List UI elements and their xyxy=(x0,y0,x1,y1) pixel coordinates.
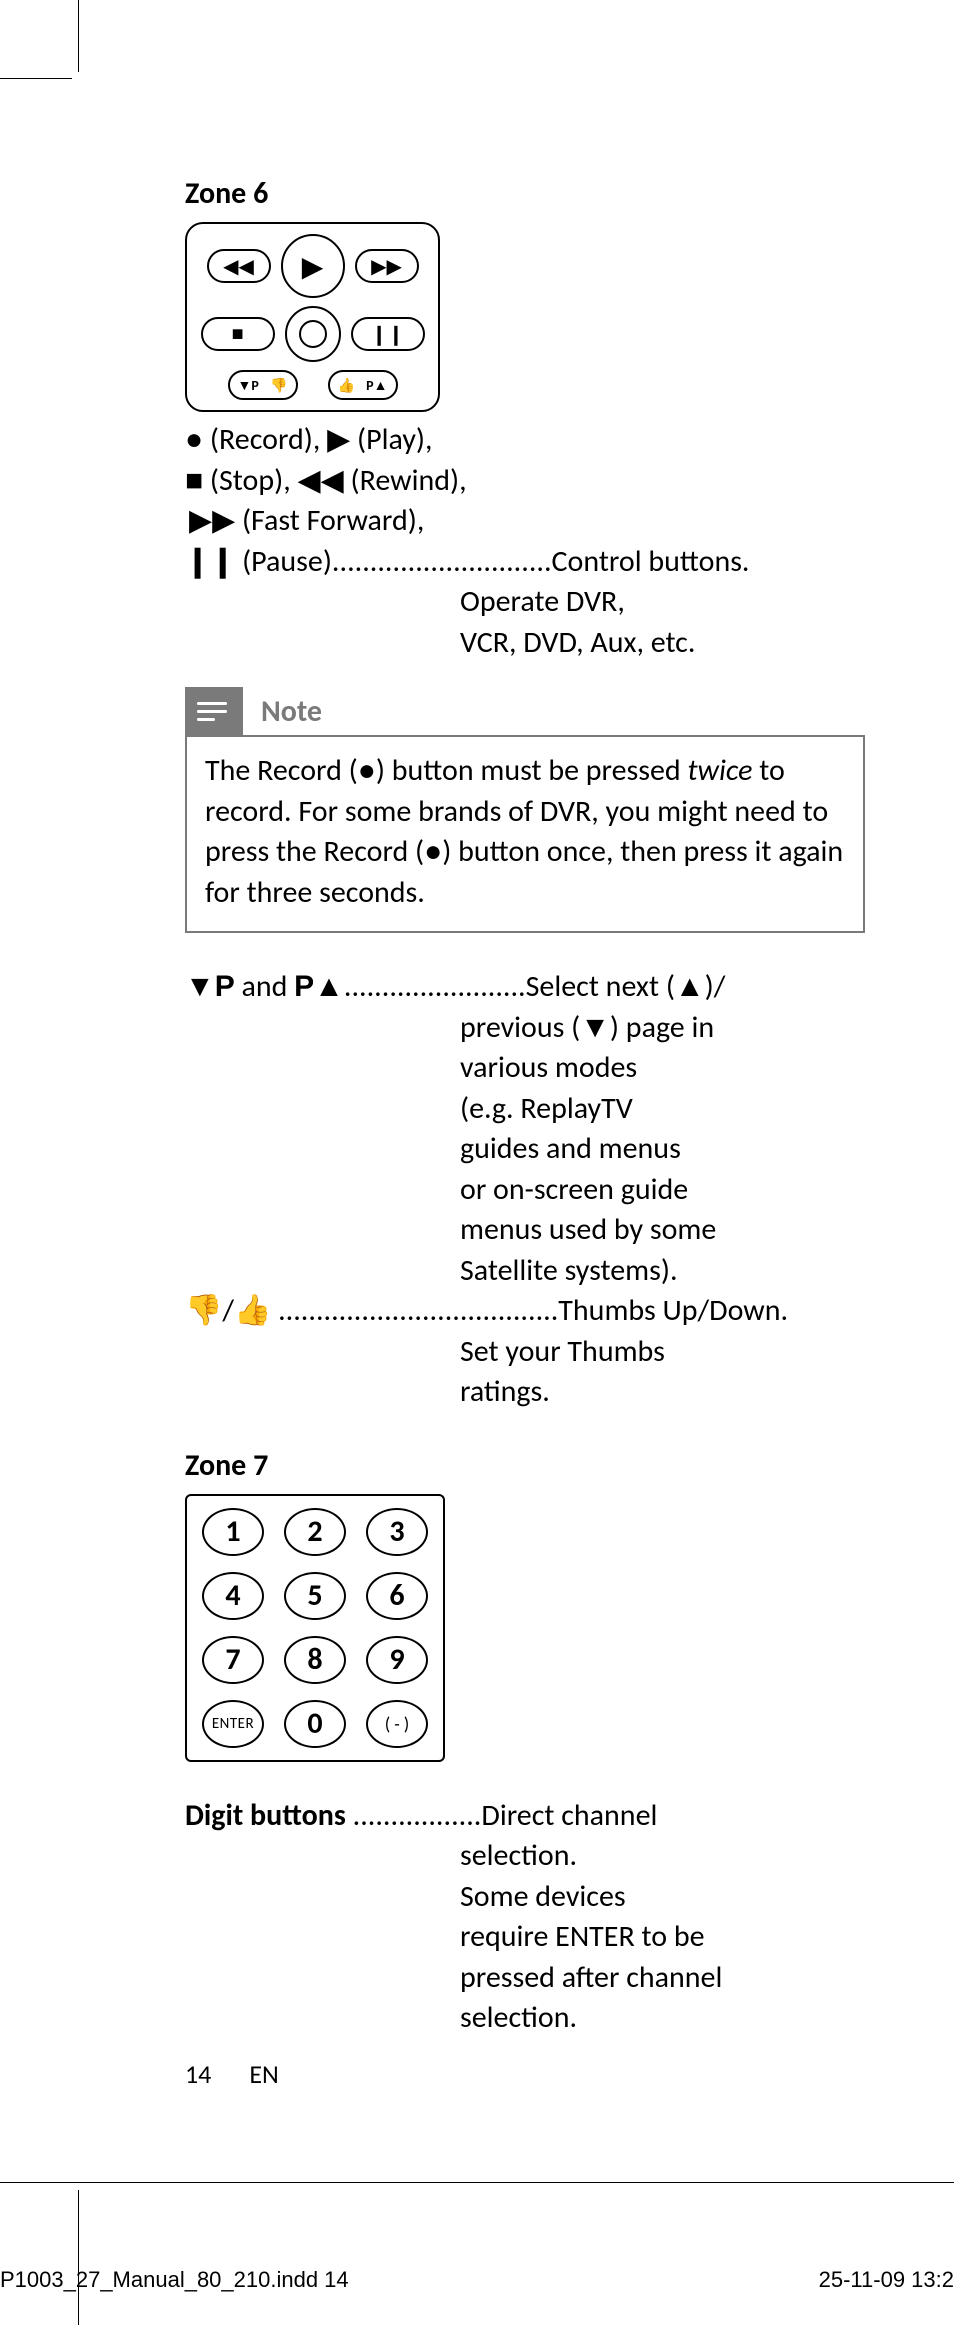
p-up-icon: P▲ xyxy=(294,970,344,1003)
stop-button-icon: ■ xyxy=(201,317,275,351)
text: Set your Thumbs xyxy=(460,1332,865,1373)
indesign-slug: P1003_27_Manual_80_210.indd 14 25-11-09 … xyxy=(0,2267,954,2293)
text: Some devices xyxy=(460,1877,865,1918)
text: Thumbs Up/Down. xyxy=(558,1292,788,1329)
page-footer: 14 EN xyxy=(185,2058,279,2090)
text: (Record), xyxy=(210,421,320,458)
key-0: 0 xyxy=(284,1700,346,1748)
text: menus used by some xyxy=(460,1210,865,1251)
key-8: 8 xyxy=(284,1636,346,1684)
indd-file: P1003_27_Manual_80_210.indd 14 xyxy=(0,2267,349,2293)
pause-button-icon: ❙❙ xyxy=(351,317,425,351)
dots: ............................. xyxy=(332,543,552,580)
zone6-remote-diagram: ◀◀ ▶ ▶▶ ■ ❙❙ ▼P 👎 👍 P▲ xyxy=(185,222,440,412)
note-icon xyxy=(185,687,243,735)
indd-date: 25-11-09 13:2 xyxy=(819,2267,954,2293)
page-nav-description: ▼P and P▲........................ Select… xyxy=(185,967,865,1413)
crop-mark xyxy=(0,78,72,79)
text: Direct channel xyxy=(481,1797,657,1834)
p-down-icon: ▼P xyxy=(185,970,235,1003)
key-5: 5 xyxy=(284,1572,346,1620)
record-button-icon xyxy=(285,306,341,362)
zone6-heading: Zone 6 xyxy=(185,175,865,212)
dots: ................. xyxy=(353,1797,482,1834)
text: Satellite systems). xyxy=(460,1251,865,1292)
zone7-keypad-diagram: 1 2 3 4 5 6 7 8 9 ENTER 0 ( - ) xyxy=(185,1494,445,1762)
dots: ..................................... xyxy=(271,1292,558,1329)
key-3: 3 xyxy=(366,1508,428,1556)
dots: ........................ xyxy=(344,968,526,1005)
text: (Fast Forward), xyxy=(242,502,424,539)
text: Operate DVR, xyxy=(460,582,865,623)
text: The Record ( xyxy=(205,752,358,789)
key-6: 6 xyxy=(366,1572,428,1620)
key-enter: ENTER xyxy=(202,1700,264,1748)
play-icon: ▶ xyxy=(327,423,350,456)
page-content: Zone 6 ◀◀ ▶ ▶▶ ■ ❙❙ ▼P 👎 👍 P▲ ● (Record)… xyxy=(185,175,865,2039)
text: and xyxy=(235,968,294,1005)
thumbs-page-up-icon: 👍 P▲ xyxy=(328,370,398,400)
zone7-heading: Zone 7 xyxy=(185,1447,865,1484)
text: various modes xyxy=(460,1048,865,1089)
text: Select next (▲)/ xyxy=(526,968,726,1005)
text: previous (▼) page in xyxy=(460,1008,865,1049)
note-header: Note xyxy=(185,687,865,735)
key-9: 9 xyxy=(366,1636,428,1684)
rewind-button-icon: ◀◀ xyxy=(207,249,271,283)
zone6-description: ● (Record), ▶ (Play), ■ (Stop), ◀◀ (Rewi… xyxy=(185,420,865,663)
text: pressed after channel xyxy=(460,1958,865,1999)
text: guides and menus xyxy=(460,1129,865,1170)
thumbs-icon: 👎/👍 xyxy=(185,1292,271,1329)
digit-buttons-label: Digit buttons xyxy=(185,1797,353,1834)
play-button-icon: ▶ xyxy=(281,234,345,298)
page-lang: EN xyxy=(249,2058,278,2090)
note-label: Note xyxy=(261,693,322,730)
text: selection. xyxy=(460,1836,865,1877)
stop-icon: ■ xyxy=(185,464,203,497)
crop-mark xyxy=(78,2190,79,2325)
note-box: The Record (●) button must be pressed tw… xyxy=(185,735,865,933)
key-2: 2 xyxy=(284,1508,346,1556)
text: Control buttons. xyxy=(552,542,750,583)
record-icon: ● xyxy=(185,423,203,456)
text: (e.g. ReplayTV xyxy=(460,1089,865,1130)
ff-button-icon: ▶▶ xyxy=(355,249,419,283)
text: (Rewind), xyxy=(350,462,466,499)
page-number: 14 xyxy=(185,2058,211,2090)
text: or on-screen guide xyxy=(460,1170,865,1211)
key-7: 7 xyxy=(202,1636,264,1684)
text: VCR, DVD, Aux, etc. xyxy=(460,623,865,664)
pause-icon: ❙❙ xyxy=(185,545,235,578)
text: (Play), xyxy=(357,421,432,458)
rewind-icon: ◀◀ xyxy=(298,464,344,497)
text: (Pause) xyxy=(242,543,332,580)
key-dash: ( - ) xyxy=(366,1700,428,1748)
crop-mark xyxy=(78,0,79,72)
text-italic: twice xyxy=(687,752,752,789)
record-icon: ● xyxy=(424,835,442,868)
text: ratings. xyxy=(460,1372,865,1413)
digit-buttons-description: Digit buttons ................. Direct c… xyxy=(185,1796,865,2039)
key-1: 1 xyxy=(202,1508,264,1556)
record-icon: ● xyxy=(358,754,376,787)
text: ) button must be pressed xyxy=(376,752,688,789)
page-down-thumbs-icon: ▼P 👎 xyxy=(228,370,298,400)
text: require ENTER to be xyxy=(460,1917,865,1958)
text: selection. xyxy=(460,1998,865,2039)
key-4: 4 xyxy=(202,1572,264,1620)
text: (Stop), xyxy=(210,462,291,499)
ff-icon: ▶▶ xyxy=(189,504,235,537)
crop-mark xyxy=(0,2182,954,2183)
